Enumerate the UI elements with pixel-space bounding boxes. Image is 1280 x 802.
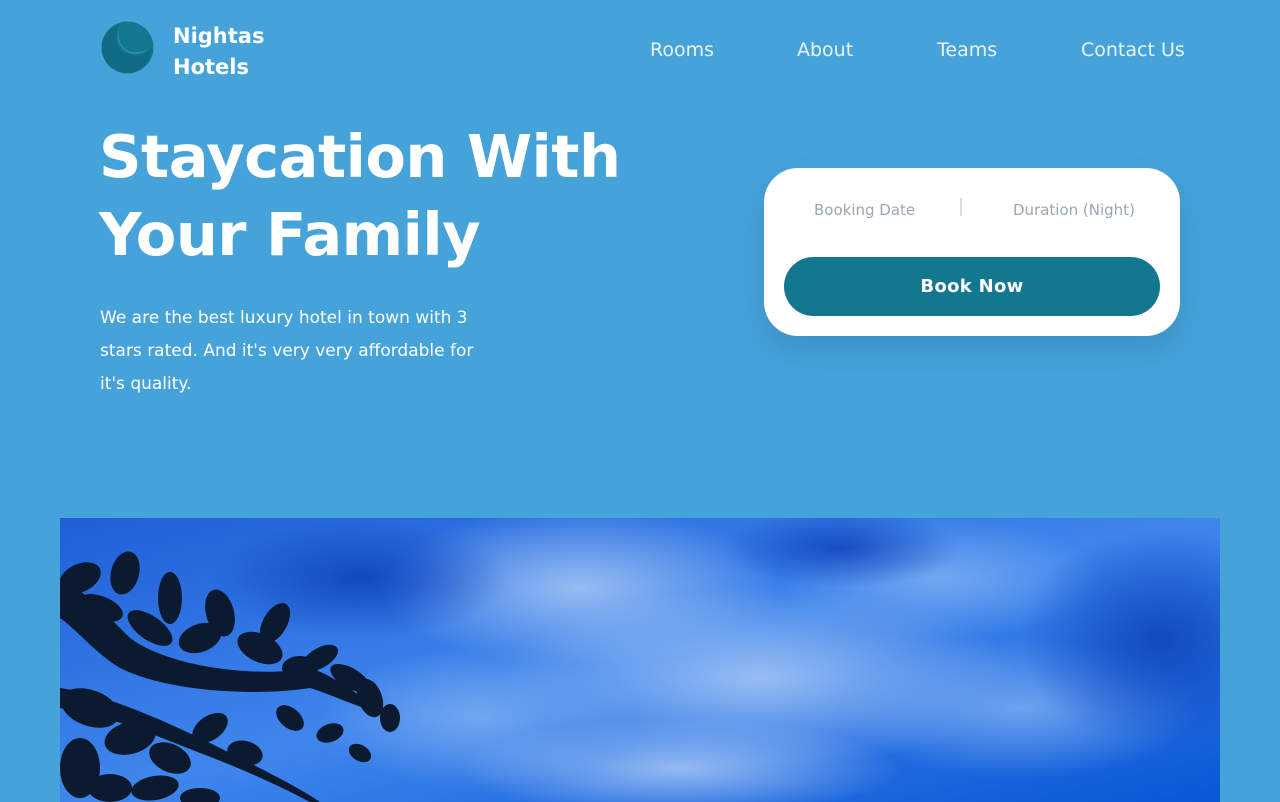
- nav-link-rooms[interactable]: Rooms: [650, 36, 714, 64]
- booking-card: Booking Date Duration (Night) Book Now: [764, 168, 1180, 336]
- duration-field[interactable]: Duration (Night): [1013, 201, 1135, 219]
- sky-tree-image: [60, 518, 1220, 802]
- landing-page: Nightas Hotels Rooms About Teams Contact…: [0, 0, 1280, 802]
- field-divider: [960, 198, 962, 216]
- hero-subtitle: We are the best luxury hotel in town wit…: [100, 308, 474, 394]
- hero-title: Staycation With Your Family: [99, 118, 659, 274]
- nav-link-contact-us[interactable]: Contact Us: [1081, 36, 1185, 64]
- nav-link-about[interactable]: About: [797, 36, 853, 64]
- hero-title-line1: Staycation With: [99, 122, 621, 191]
- nav-link-teams[interactable]: Teams: [937, 36, 997, 64]
- hero-title-line2: Your Family: [99, 200, 481, 269]
- main-nav: Rooms About Teams Contact Us: [0, 36, 1280, 64]
- hero-image: [60, 518, 1220, 802]
- book-now-button[interactable]: Book Now: [784, 257, 1160, 316]
- booking-date-field[interactable]: Booking Date: [814, 201, 915, 219]
